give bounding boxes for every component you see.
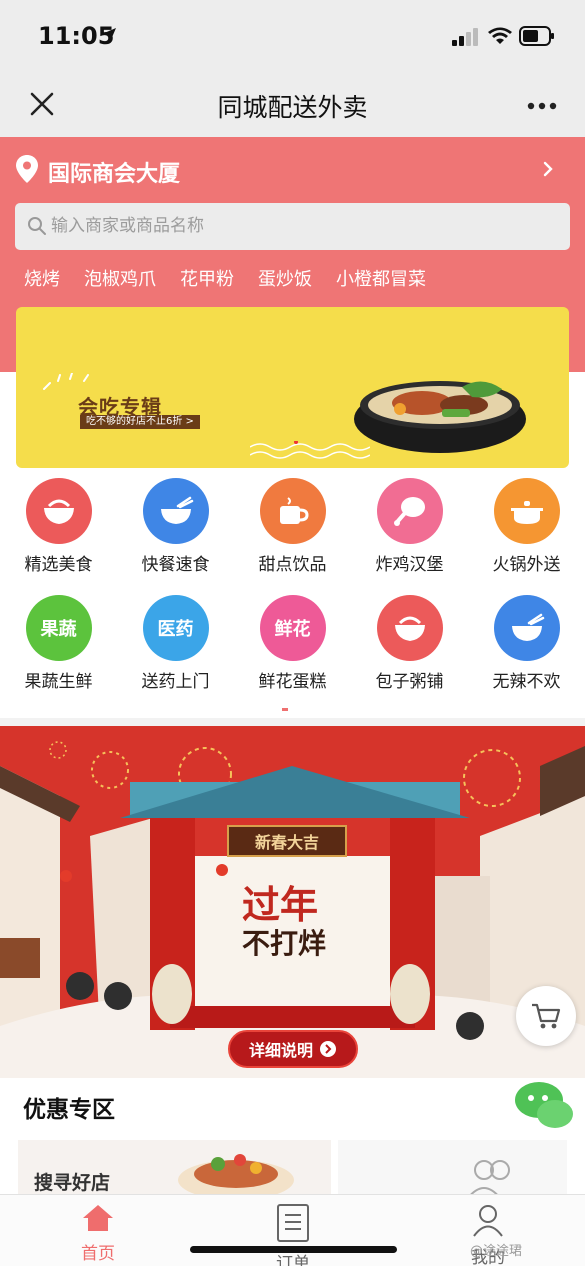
category-label: 快餐速食 (141, 555, 210, 575)
fruit-icon: 果蔬 (25, 595, 92, 661)
search-icon (28, 217, 46, 235)
arrow-circle-icon (320, 1041, 336, 1057)
category-label: 精选美食 (24, 555, 93, 575)
rice-bowl-icon (376, 595, 443, 661)
flower-icon: 鲜花 (259, 595, 326, 661)
order-icon (277, 1204, 309, 1242)
category-item[interactable]: 果蔬 果蔬生鲜 (0, 595, 117, 692)
app-root: 11:05 同城配送外卖 国际商会大厦 输入商家或商品名称 烧烤 泡椒鸡爪 花甲… (0, 0, 585, 1266)
hot-tag[interactable]: 蛋炒饭 (258, 265, 312, 291)
location-selector[interactable]: 国际商会大厦 (16, 155, 571, 187)
category-label: 甜点饮品 (258, 555, 327, 575)
category-label: 鲜花蛋糕 (258, 672, 327, 692)
search-bar[interactable] (15, 203, 570, 250)
festival-banner[interactable]: 新春大吉 过年 不打烊 详细说明 (0, 726, 585, 1078)
wechat-icon[interactable] (513, 1080, 575, 1132)
category-item[interactable]: 炸鸡汉堡 (351, 478, 468, 575)
category-label: 火锅外送 (492, 555, 561, 575)
decoration-icon (43, 373, 89, 390)
noodle-bowl-icon (142, 478, 209, 544)
tab-orders[interactable]: 订单 (243, 1203, 343, 1266)
location-arrow-icon (102, 28, 116, 42)
category-item[interactable]: 医药 送药上门 (117, 595, 234, 692)
festival-slogan-line2: 不打烊 (242, 927, 327, 960)
location-pin-icon (16, 155, 38, 183)
signal-icon (452, 28, 478, 46)
more-icon[interactable] (527, 102, 557, 110)
home-indicator (190, 1246, 397, 1253)
category-label: 炸鸡汉堡 (375, 555, 444, 575)
promo-section-title: 优惠专区 (23, 1097, 115, 1123)
hotpot-icon (493, 478, 560, 544)
food-plate-icon (178, 1154, 294, 1200)
page-indicator (282, 708, 288, 711)
category-label: 无辣不欢 (492, 672, 561, 692)
noodle-bowl-image-icon (354, 381, 526, 453)
battery-icon (519, 26, 554, 46)
banner-subtitle: 吃不够的好店不止6折 > (80, 415, 200, 429)
category-label: 果蔬生鲜 (24, 672, 93, 692)
category-item[interactable]: 包子粥铺 (351, 595, 468, 692)
category-badge: 医药 (157, 619, 194, 640)
gate-title: 新春大吉 (227, 825, 347, 857)
detail-button-label: 详细说明 (248, 1041, 313, 1060)
promo-banner[interactable]: 会吃专辑 吃不够的好店不止6折 > (16, 307, 569, 468)
section-divider (0, 718, 585, 726)
users-icon (467, 1160, 510, 1198)
cart-button[interactable] (516, 986, 576, 1046)
category-badge: 果蔬 (40, 619, 77, 640)
tab-label: 首页 (81, 1244, 115, 1264)
detail-button[interactable]: 详细说明 (228, 1030, 358, 1068)
medicine-icon: 医药 (142, 595, 209, 661)
category-label: 送药上门 (141, 672, 210, 692)
category-badge: 鲜花 (274, 619, 311, 640)
location-address: 国际商会大厦 (48, 162, 181, 187)
festival-slogan-line1: 过年 (242, 882, 319, 927)
hot-tag[interactable]: 小橙都冒菜 (336, 265, 426, 291)
category-item[interactable]: 快餐速食 (117, 478, 234, 575)
page-title: 同城配送外卖 (217, 93, 368, 122)
coffee-cup-icon (259, 478, 326, 544)
category-label: 包子粥铺 (375, 672, 444, 692)
promo-card-text: 搜寻好店 (34, 1172, 111, 1194)
hot-tag[interactable]: 泡椒鸡爪 (84, 265, 156, 291)
category-item[interactable]: 精选美食 (0, 478, 117, 575)
category-item[interactable]: 甜点饮品 (234, 478, 351, 575)
category-item[interactable]: 火锅外送 (468, 478, 585, 575)
hot-tags: 烧烤 泡椒鸡爪 花甲粉 蛋炒饭 小橙都冒菜 (24, 265, 426, 291)
status-bar: 11:05 (0, 0, 585, 72)
category-item[interactable]: 无辣不欢 (468, 595, 585, 692)
promo-card[interactable] (338, 1140, 567, 1200)
drumstick-icon (376, 478, 443, 544)
user-icon (473, 1205, 503, 1237)
watermark: @途途珺 (470, 1244, 523, 1259)
nav-bar: 同城配送外卖 (0, 72, 585, 137)
home-icon (83, 1205, 113, 1231)
wifi-icon (488, 27, 512, 44)
chevron-right-icon (543, 161, 553, 177)
search-input[interactable] (51, 211, 551, 241)
category-item[interactable]: 鲜花 鲜花蛋糕 (234, 595, 351, 692)
noodle-bowl-icon (493, 595, 560, 661)
hot-tag[interactable]: 烧烤 (24, 265, 60, 291)
cart-icon (532, 1003, 561, 1029)
hot-tag[interactable]: 花甲粉 (180, 265, 234, 291)
rice-bowl-icon (25, 478, 92, 544)
tab-home[interactable]: 首页 (48, 1203, 148, 1264)
promo-card[interactable]: 搜寻好店 (18, 1140, 331, 1200)
